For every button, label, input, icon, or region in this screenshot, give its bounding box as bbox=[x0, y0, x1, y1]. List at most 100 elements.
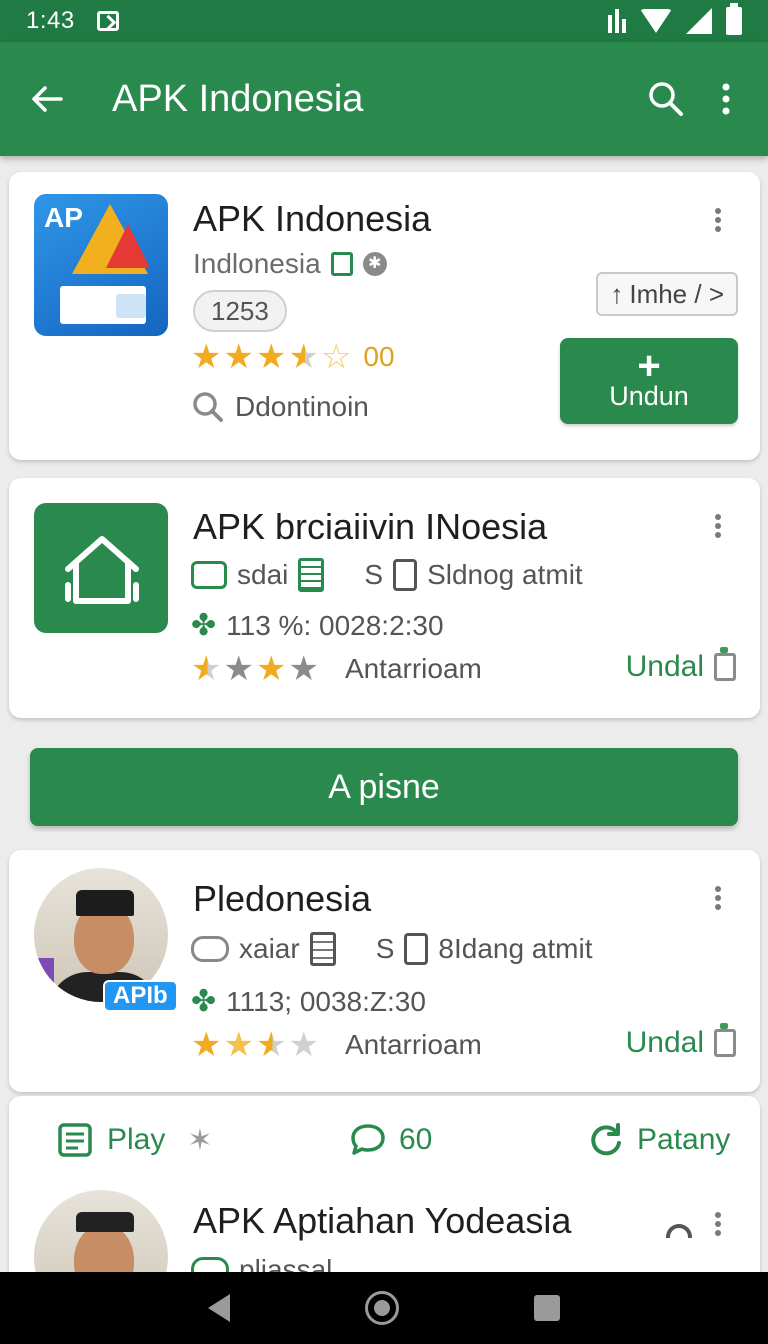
nav-back-icon[interactable] bbox=[207, 1294, 230, 1322]
more-info-label: Imhe / > bbox=[629, 278, 724, 309]
back-button[interactable] bbox=[12, 64, 82, 134]
app-name: Pledonesia bbox=[193, 878, 372, 919]
rating-label: Antarrioam bbox=[344, 653, 482, 684]
app-card-1[interactable]: AP APK Indonesia Indlonesia ✱ 1253 ★ ★ ★… bbox=[9, 172, 760, 460]
rating-value: 00 bbox=[363, 341, 395, 372]
star-half-icon: ★ bbox=[288, 338, 319, 376]
app-icon-apk-indonesia: AP bbox=[34, 194, 168, 336]
stats-row: ✤ 1113; 0038:Z:30 bbox=[191, 984, 426, 1019]
developer-row: Indlonesia ✱ bbox=[193, 248, 387, 280]
star-rating: ★ ★ ★ ★ bbox=[191, 652, 319, 686]
wifi-icon bbox=[666, 1224, 692, 1238]
apk-badge: APIb bbox=[103, 980, 178, 1012]
meta-text-2: Sldnog atmit bbox=[427, 559, 583, 590]
install-link-label: Undal bbox=[625, 650, 704, 683]
star-icon: ★ bbox=[288, 650, 319, 688]
install-button[interactable]: + Undun bbox=[560, 338, 738, 424]
verified-icon bbox=[330, 252, 353, 276]
meta-text: Ddontinoin bbox=[235, 391, 369, 422]
card-menu-button[interactable] bbox=[704, 878, 732, 918]
star-icon: ★ bbox=[288, 1026, 319, 1064]
star-outline-icon: ✶ bbox=[187, 1123, 213, 1157]
clover-icon: ✤ bbox=[191, 609, 217, 642]
status-icons bbox=[608, 3, 742, 35]
meta-text-1: sdai bbox=[237, 559, 289, 590]
stats-text: 1113; 0038:Z:30 bbox=[226, 985, 426, 1017]
nav-home-icon[interactable] bbox=[364, 1291, 399, 1325]
meta-prefix: S bbox=[364, 559, 384, 590]
home-icon bbox=[65, 536, 139, 604]
star-icon: ★ bbox=[255, 650, 287, 688]
rating-row: ★ ★ ★ ★ Antarrioam bbox=[191, 1028, 482, 1062]
tab-label: Play bbox=[107, 1123, 166, 1156]
install-link-label: Undal bbox=[625, 1026, 704, 1059]
delete-icon bbox=[714, 1023, 736, 1057]
wifi-icon bbox=[640, 9, 672, 33]
app-icon-home bbox=[34, 503, 168, 633]
calculator-icon bbox=[298, 558, 325, 592]
vibrate-icon bbox=[608, 9, 626, 33]
star-rating: ★ ★ ★ ★ bbox=[191, 1028, 319, 1062]
star-outline-icon: ☆ bbox=[320, 338, 352, 376]
document-icon bbox=[309, 932, 336, 966]
more-info-button[interactable]: ↑ Imhe / > bbox=[596, 272, 738, 316]
meta-row: xaiar S 8Idang atmit bbox=[191, 932, 593, 966]
meta-text-1: xaiar bbox=[239, 933, 300, 964]
search-icon bbox=[193, 392, 223, 422]
clover-icon: ✤ bbox=[191, 985, 217, 1018]
info-prefix-icon: ↑ bbox=[610, 278, 624, 309]
primary-action-button[interactable]: A pisne bbox=[30, 748, 738, 826]
tab-play[interactable]: Play ✶ bbox=[55, 1122, 213, 1158]
install-link[interactable]: Undal bbox=[625, 1023, 736, 1060]
status-bar: 1:43 bbox=[0, 0, 768, 42]
download-count-pill: 1253 bbox=[193, 290, 287, 332]
star-rating: ★ ★ ★ ★ ☆ bbox=[191, 340, 351, 374]
app-name: APK brciaiivin INoesia bbox=[193, 506, 548, 547]
app-card-3[interactable]: APIb Pledonesia xaiar S 8Idang atmit ✤ 1… bbox=[9, 850, 760, 1092]
star-half-icon: ★ bbox=[255, 1026, 287, 1064]
monitor-icon bbox=[191, 561, 227, 589]
battery-icon bbox=[726, 3, 742, 35]
rating-label: Antarrioam bbox=[344, 1029, 482, 1060]
star-icon: ★ bbox=[223, 1026, 254, 1064]
app-name: APK Aptiahan Yodeasia bbox=[193, 1200, 572, 1241]
tab-comments[interactable]: 60 bbox=[349, 1122, 432, 1158]
nav-recents-icon[interactable] bbox=[534, 1295, 561, 1321]
stats-text: 113 %: 0028:2:30 bbox=[226, 609, 444, 641]
image-notification-icon bbox=[96, 11, 119, 31]
chat-icon bbox=[351, 1124, 385, 1155]
search-icon bbox=[649, 82, 683, 116]
star-icon: ★ bbox=[223, 338, 254, 376]
app-name: APK Indonesia bbox=[193, 198, 432, 239]
card-menu-button[interactable] bbox=[704, 1204, 732, 1244]
tab-label: Patany bbox=[637, 1123, 731, 1156]
settings-badge-icon: ✱ bbox=[362, 252, 387, 276]
meta-row: Ddontinoin bbox=[191, 390, 369, 424]
app-bar: APK Indonesia bbox=[0, 42, 768, 156]
action-tabs: Play ✶ 60 Patany bbox=[9, 1110, 760, 1170]
tab-update[interactable]: Patany bbox=[587, 1121, 730, 1159]
overflow-menu-button[interactable] bbox=[696, 69, 756, 129]
search-button[interactable] bbox=[636, 69, 696, 129]
rating-row: ★ ★ ★ ★ ☆ 00 bbox=[191, 340, 395, 374]
status-time: 1:43 bbox=[26, 7, 75, 34]
list-icon bbox=[58, 1123, 92, 1157]
chat-icon bbox=[191, 936, 229, 962]
stats-row: ✤ 113 %: 0028:2:30 bbox=[191, 608, 444, 643]
more-vert-icon bbox=[722, 83, 730, 115]
card-menu-button[interactable] bbox=[704, 506, 732, 546]
app-card-2[interactable]: APK brciaiivin INoesia sdai S Sldnog atm… bbox=[9, 478, 760, 718]
star-icon: ★ bbox=[255, 338, 287, 376]
star-icon: ★ bbox=[191, 338, 222, 376]
delete-icon bbox=[714, 647, 736, 681]
page-title: APK Indonesia bbox=[112, 77, 364, 120]
plus-icon: + bbox=[637, 343, 661, 388]
rating-row: ★ ★ ★ ★ Antarrioam bbox=[191, 652, 482, 686]
star-icon: ★ bbox=[223, 650, 254, 688]
install-link[interactable]: Undal bbox=[625, 647, 736, 684]
developer-name: Indlonesia bbox=[193, 248, 321, 279]
card-menu-button[interactable] bbox=[704, 200, 732, 240]
tab-label: 60 bbox=[399, 1123, 433, 1156]
install-label: Undun bbox=[609, 380, 689, 411]
meta-text-2: 8Idang atmit bbox=[438, 933, 593, 964]
